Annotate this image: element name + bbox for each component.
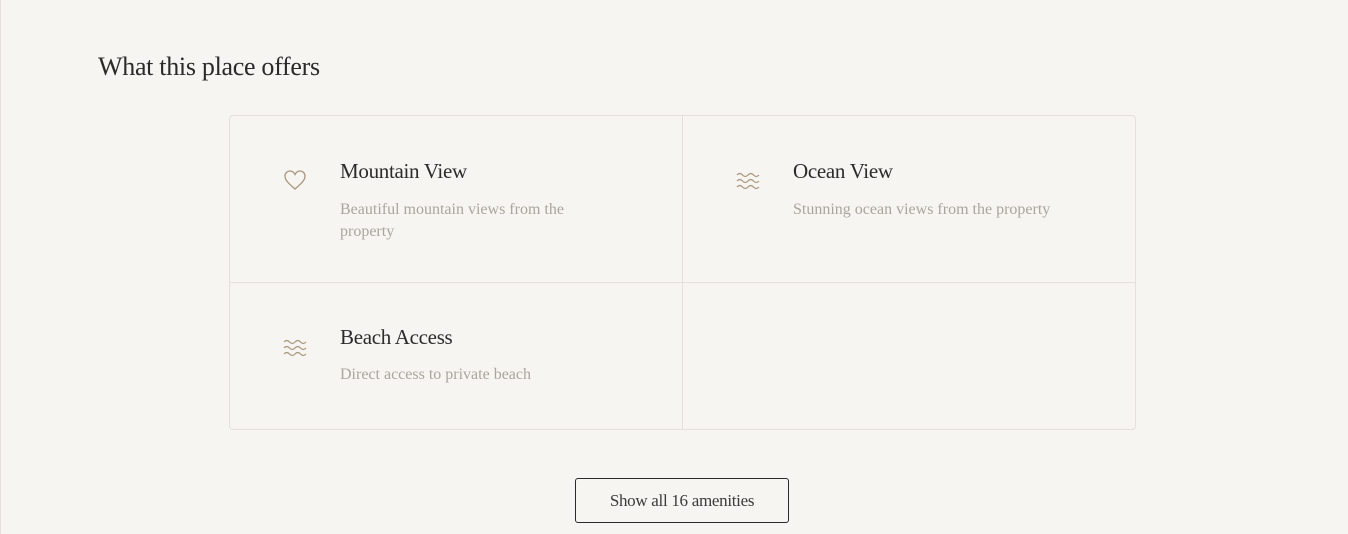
amenity-item: Ocean View Stunning ocean views from the… [683,116,1135,283]
amenity-item: Beach Access Direct access to private be… [230,283,683,429]
amenity-description: Beautiful mountain views from the proper… [340,201,564,240]
section-title: What this place offers [98,52,320,81]
waves-icon [282,335,308,359]
amenities-grid: Mountain View Beautiful mountain views f… [229,115,1136,430]
heart-icon [282,168,308,192]
waves-icon [735,168,761,192]
amenity-item: Mountain View Beautiful mountain views f… [230,116,683,283]
amenity-title: Ocean View [793,159,893,183]
show-all-amenities-button[interactable]: Show all 16 amenities [575,478,789,523]
empty-cell [683,283,1135,429]
amenity-description: Direct access to private beach [340,366,532,383]
amenity-description: Stunning ocean views from the property [793,201,1051,218]
amenity-title: Beach Access [340,325,453,349]
amenity-title: Mountain View [340,159,467,183]
